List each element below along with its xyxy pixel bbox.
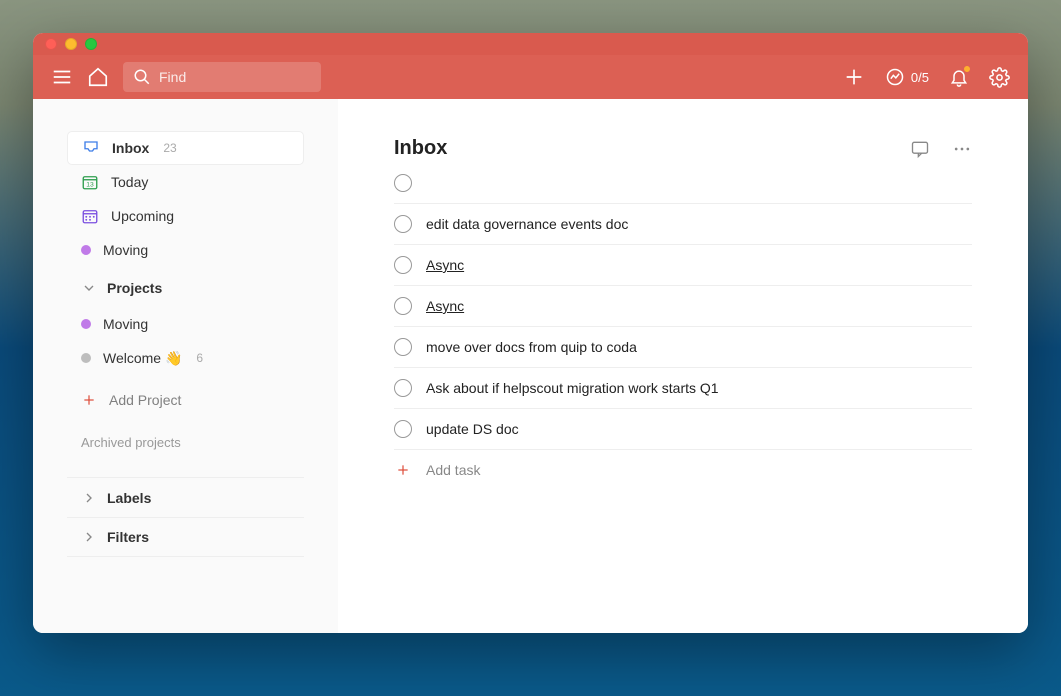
sidebar-upcoming-label: Upcoming <box>111 208 174 224</box>
add-project-label: Add Project <box>109 392 181 408</box>
sidebar-project-welcome[interactable]: Welcome 👋 6 <box>67 341 304 375</box>
sidebar-fav-moving-label: Moving <box>103 242 148 258</box>
sidebar-inbox-label: Inbox <box>112 140 149 156</box>
plus-icon <box>81 392 97 408</box>
window-close-button[interactable] <box>45 38 57 50</box>
plus-icon <box>394 462 412 478</box>
task-title: Ask about if helpscout migration work st… <box>426 380 719 396</box>
productivity-count: 0/5 <box>911 70 929 85</box>
task-checkbox[interactable] <box>394 338 412 356</box>
task-row[interactable]: move over docs from quip to coda <box>394 327 972 368</box>
labels-label: Labels <box>107 490 151 506</box>
project-moving-label: Moving <box>103 316 148 332</box>
task-checkbox[interactable] <box>394 215 412 233</box>
task-list: edit data governance events doc Async Asyn… <box>394 204 972 450</box>
calendar-upcoming-icon <box>81 207 99 225</box>
productivity-button[interactable]: 0/5 <box>885 67 929 87</box>
content: Inbox 23 13 Today Upcoming Moving <box>33 99 1028 633</box>
sidebar-projects-header[interactable]: Projects <box>67 271 304 305</box>
search-icon <box>133 68 151 86</box>
inbox-icon <box>82 139 100 157</box>
task-row[interactable]: … <box>394 174 972 204</box>
project-dot-icon <box>81 245 91 255</box>
sidebar-item-upcoming[interactable]: Upcoming <box>67 199 304 233</box>
app-window: 0/5 Inbox 23 13 T <box>33 33 1028 633</box>
task-row[interactable]: edit data governance events doc <box>394 204 972 245</box>
menu-icon[interactable] <box>51 66 73 88</box>
task-row[interactable]: Async <box>394 245 972 286</box>
task-title: edit data governance events doc <box>426 216 628 232</box>
sidebar-today-label: Today <box>111 174 148 190</box>
project-welcome-count: 6 <box>196 351 203 365</box>
chevron-down-icon <box>81 280 97 296</box>
notification-badge <box>963 65 971 73</box>
calendar-today-icon: 13 <box>81 173 99 191</box>
comments-icon[interactable] <box>910 139 930 159</box>
sidebar-archived-projects[interactable]: Archived projects <box>33 423 338 467</box>
gear-icon[interactable] <box>989 67 1010 88</box>
task-checkbox[interactable] <box>394 420 412 438</box>
main-panel: Inbox … edit data governance events doc A… <box>338 99 1028 633</box>
sidebar-filters-section[interactable]: Filters <box>67 517 304 557</box>
task-checkbox[interactable] <box>394 297 412 315</box>
chevron-right-icon <box>81 490 97 506</box>
sidebar-inbox-count: 23 <box>163 141 176 155</box>
archived-label: Archived projects <box>81 435 181 450</box>
sidebar: Inbox 23 13 Today Upcoming Moving <box>33 99 338 633</box>
page-title: Inbox <box>394 137 447 160</box>
project-welcome-label: Welcome 👋 <box>103 350 182 367</box>
task-checkbox[interactable] <box>394 174 412 192</box>
task-title: Async <box>426 298 464 314</box>
task-row[interactable]: update DS doc <box>394 409 972 450</box>
project-dot-icon <box>81 353 91 363</box>
task-title: move over docs from quip to coda <box>426 339 637 355</box>
task-row[interactable]: Ask about if helpscout migration work st… <box>394 368 972 409</box>
add-task-label: Add task <box>426 462 480 478</box>
toolbar: 0/5 <box>33 55 1028 99</box>
sidebar-add-project[interactable]: Add Project <box>67 383 304 417</box>
task-row[interactable]: Async <box>394 286 972 327</box>
svg-text:13: 13 <box>86 182 94 189</box>
home-icon[interactable] <box>87 66 109 88</box>
project-dot-icon <box>81 319 91 329</box>
sidebar-projects-label: Projects <box>107 280 162 296</box>
notifications-icon[interactable] <box>949 67 969 87</box>
search-box[interactable] <box>123 62 321 92</box>
sidebar-item-fav-moving[interactable]: Moving <box>67 233 304 267</box>
sidebar-project-moving[interactable]: Moving <box>67 307 304 341</box>
add-task-icon[interactable] <box>843 66 865 88</box>
filters-label: Filters <box>107 529 149 545</box>
task-checkbox[interactable] <box>394 256 412 274</box>
sidebar-labels-section[interactable]: Labels <box>67 477 304 517</box>
sidebar-item-today[interactable]: 13 Today <box>67 165 304 199</box>
window-maximize-button[interactable] <box>85 38 97 50</box>
chevron-right-icon <box>81 529 97 545</box>
sidebar-item-inbox[interactable]: Inbox 23 <box>67 131 304 165</box>
task-title: update DS doc <box>426 421 519 437</box>
search-input[interactable] <box>159 69 311 85</box>
task-checkbox[interactable] <box>394 379 412 397</box>
window-minimize-button[interactable] <box>65 38 77 50</box>
main-header: Inbox <box>394 137 972 160</box>
add-task-button[interactable]: Add task <box>394 450 972 490</box>
more-options-icon[interactable] <box>952 139 972 159</box>
titlebar <box>33 33 1028 55</box>
task-title: Async <box>426 257 464 273</box>
